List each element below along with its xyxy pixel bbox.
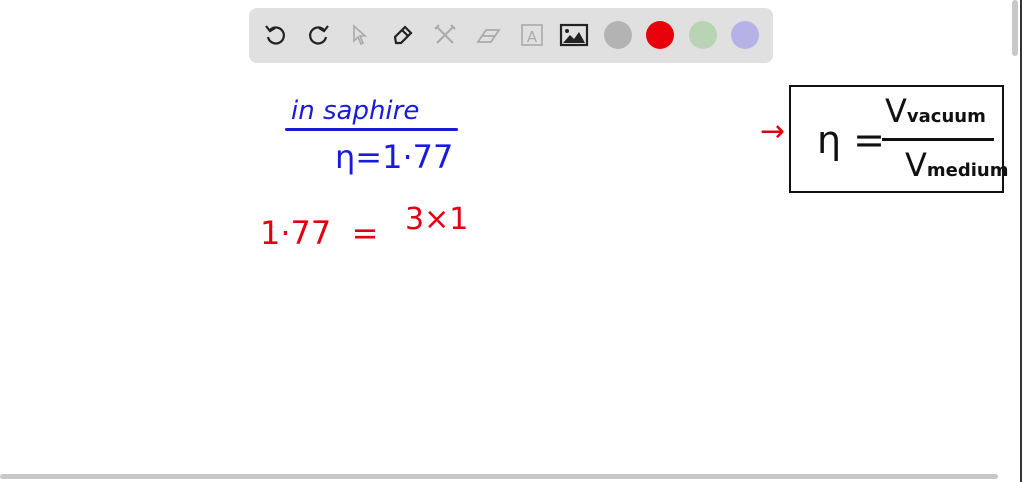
color-green[interactable] [689, 21, 717, 49]
text-icon[interactable]: A [517, 20, 547, 50]
formula-numerator: Vvacuum [885, 92, 986, 130]
equation-right: 3×1 [405, 202, 469, 237]
heading-text: in saphire [291, 96, 420, 126]
horizontal-scrollbar[interactable] [0, 474, 998, 479]
drawing-toolbar: A [249, 8, 773, 63]
select-icon[interactable] [345, 20, 375, 50]
redo-icon[interactable] [303, 20, 333, 50]
numerator-v: V [885, 92, 907, 130]
heading-underline [285, 128, 458, 131]
denominator-sub: medium [926, 160, 1009, 181]
denominator-v: V [905, 146, 927, 184]
formula-denominator: Vmedium [905, 146, 1008, 184]
formula-lhs: η = [817, 118, 886, 162]
numerator-sub: vacuum [906, 106, 986, 127]
equation-left: 1·77 = [260, 214, 379, 252]
fraction-bar [882, 138, 994, 141]
color-gray[interactable] [604, 21, 632, 49]
eraser-icon[interactable] [473, 20, 503, 50]
right-border [1020, 0, 1022, 482]
undo-icon[interactable] [261, 20, 291, 50]
color-purple[interactable] [731, 21, 759, 49]
pen-icon[interactable] [388, 20, 418, 50]
eta-value-text: η=1·77 [335, 138, 454, 176]
text-tool-glyph: A [527, 28, 538, 46]
color-red[interactable] [646, 21, 674, 49]
arrow-icon: → [760, 114, 786, 149]
vertical-scrollbar[interactable] [1012, 0, 1018, 56]
tools-icon[interactable] [430, 20, 460, 50]
image-icon[interactable] [559, 20, 589, 50]
